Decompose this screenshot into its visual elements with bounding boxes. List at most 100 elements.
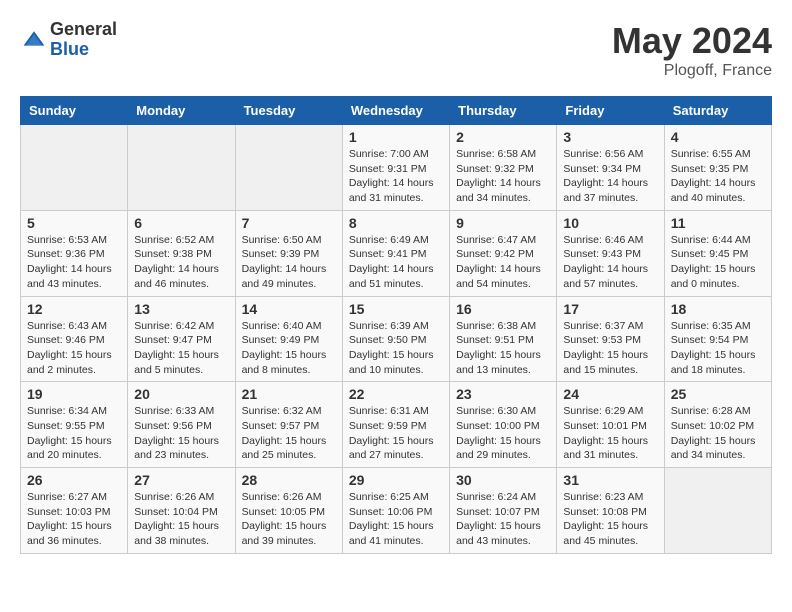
day-info: Sunrise: 6:35 AMSunset: 9:54 PMDaylight:… [671, 319, 765, 378]
day-number: 3 [563, 129, 657, 145]
day-number: 8 [349, 215, 443, 231]
calendar-cell: 22 Sunrise: 6:31 AMSunset: 9:59 PMDayligh… [342, 382, 449, 468]
day-number: 28 [242, 472, 336, 488]
day-info: Sunrise: 6:42 AMSunset: 9:47 PMDaylight:… [134, 319, 228, 378]
day-of-week-header: Tuesday [235, 97, 342, 125]
day-info: Sunrise: 7:00 AMSunset: 9:31 PMDaylight:… [349, 147, 443, 206]
day-info: Sunrise: 6:39 AMSunset: 9:50 PMDaylight:… [349, 319, 443, 378]
logo-general: General [50, 20, 117, 40]
logo-icon [22, 28, 46, 52]
page-header: General Blue May 2024 Plogoff, France [20, 20, 772, 80]
logo-text: General Blue [50, 20, 117, 60]
day-info: Sunrise: 6:56 AMSunset: 9:34 PMDaylight:… [563, 147, 657, 206]
month-year: May 2024 [612, 20, 772, 62]
logo: General Blue [20, 20, 117, 60]
calendar-cell: 28 Sunrise: 6:26 AMSunset: 10:05 PMDaylig… [235, 468, 342, 554]
week-row: 26Sunrise: 6:27 AMSunset: 10:03 PMDaylig… [21, 468, 772, 554]
day-number: 15 [349, 301, 443, 317]
day-number: 18 [671, 301, 765, 317]
calendar-cell: 5 Sunrise: 6:53 AMSunset: 9:36 PMDaylight… [21, 210, 128, 296]
day-number: 30 [456, 472, 550, 488]
calendar-cell: 1 Sunrise: 7:00 AMSunset: 9:31 PMDaylight… [342, 125, 449, 211]
calendar-cell: 17Sunrise: 6:37 AMSunset: 9:53 PMDayligh… [557, 296, 664, 382]
calendar-cell: 8Sunrise: 6:49 AMSunset: 9:41 PMDaylight… [342, 210, 449, 296]
day-of-week-header: Monday [128, 97, 235, 125]
day-number: 14 [242, 301, 336, 317]
day-number: 2 [456, 129, 550, 145]
day-of-week-header: Friday [557, 97, 664, 125]
day-info: Sunrise: 6:53 AMSunset: 9:36 PMDaylight:… [27, 233, 121, 292]
calendar-cell: 9 Sunrise: 6:47 AMSunset: 9:42 PMDaylight… [450, 210, 557, 296]
day-info: Sunrise: 6:31 AMSunset: 9:59 PMDaylight:… [349, 404, 443, 463]
day-info: Sunrise: 6:27 AMSunset: 10:03 PMDaylight… [27, 490, 121, 549]
day-number: 4 [671, 129, 765, 145]
day-info: Sunrise: 6:44 AMSunset: 9:45 PMDaylight:… [671, 233, 765, 292]
calendar-cell: 14 Sunrise: 6:40 AMSunset: 9:49 PMDayligh… [235, 296, 342, 382]
day-number: 9 [456, 215, 550, 231]
day-info: Sunrise: 6:33 AMSunset: 9:56 PMDaylight:… [134, 404, 228, 463]
calendar-cell: 16Sunrise: 6:38 AMSunset: 9:51 PMDayligh… [450, 296, 557, 382]
day-of-week-header: Thursday [450, 97, 557, 125]
week-row: 5 Sunrise: 6:53 AMSunset: 9:36 PMDaylight… [21, 210, 772, 296]
day-info: Sunrise: 6:43 AMSunset: 9:46 PMDaylight:… [27, 319, 121, 378]
calendar-table: SundayMondayTuesdayWednesdayThursdayFrid… [20, 96, 772, 554]
day-number: 29 [349, 472, 443, 488]
calendar-cell [664, 468, 771, 554]
day-info: Sunrise: 6:26 AMSunset: 10:04 PMDaylight… [134, 490, 228, 549]
calendar-cell: 12Sunrise: 6:43 AMSunset: 9:46 PMDayligh… [21, 296, 128, 382]
calendar-cell [21, 125, 128, 211]
day-info: Sunrise: 6:38 AMSunset: 9:51 PMDaylight:… [456, 319, 550, 378]
calendar-cell: 20 Sunrise: 6:33 AMSunset: 9:56 PMDayligh… [128, 382, 235, 468]
day-number: 10 [563, 215, 657, 231]
day-number: 11 [671, 215, 765, 231]
week-row: 1 Sunrise: 7:00 AMSunset: 9:31 PMDaylight… [21, 125, 772, 211]
day-info: Sunrise: 6:58 AMSunset: 9:32 PMDaylight:… [456, 147, 550, 206]
day-number: 20 [134, 386, 228, 402]
day-number: 23 [456, 386, 550, 402]
day-info: Sunrise: 6:46 AMSunset: 9:43 PMDaylight:… [563, 233, 657, 292]
calendar-cell: 7 Sunrise: 6:50 AMSunset: 9:39 PMDaylight… [235, 210, 342, 296]
day-info: Sunrise: 6:26 AMSunset: 10:05 PMDaylight… [242, 490, 336, 549]
day-info: Sunrise: 6:28 AMSunset: 10:02 PMDaylight… [671, 404, 765, 463]
day-number: 31 [563, 472, 657, 488]
calendar-cell: 3 Sunrise: 6:56 AMSunset: 9:34 PMDaylight… [557, 125, 664, 211]
calendar-cell: 18 Sunrise: 6:35 AMSunset: 9:54 PMDayligh… [664, 296, 771, 382]
day-info: Sunrise: 6:25 AMSunset: 10:06 PMDaylight… [349, 490, 443, 549]
calendar-cell: 29 Sunrise: 6:25 AMSunset: 10:06 PMDaylig… [342, 468, 449, 554]
day-number: 7 [242, 215, 336, 231]
calendar-cell: 24Sunrise: 6:29 AMSunset: 10:01 PMDaylig… [557, 382, 664, 468]
calendar-cell: 10 Sunrise: 6:46 AMSunset: 9:43 PMDayligh… [557, 210, 664, 296]
day-number: 24 [563, 386, 657, 402]
day-number: 25 [671, 386, 765, 402]
day-of-week-header: Saturday [664, 97, 771, 125]
day-number: 22 [349, 386, 443, 402]
calendar-cell: 30 Sunrise: 6:24 AMSunset: 10:07 PMDaylig… [450, 468, 557, 554]
day-info: Sunrise: 6:30 AMSunset: 10:00 PMDaylight… [456, 404, 550, 463]
day-info: Sunrise: 6:32 AMSunset: 9:57 PMDaylight:… [242, 404, 336, 463]
day-info: Sunrise: 6:50 AMSunset: 9:39 PMDaylight:… [242, 233, 336, 292]
day-of-week-header: Wednesday [342, 97, 449, 125]
day-info: Sunrise: 6:47 AMSunset: 9:42 PMDaylight:… [456, 233, 550, 292]
location: Plogoff, France [612, 62, 772, 80]
calendar-cell [235, 125, 342, 211]
day-info: Sunrise: 6:24 AMSunset: 10:07 PMDaylight… [456, 490, 550, 549]
calendar-cell: 13Sunrise: 6:42 AMSunset: 9:47 PMDayligh… [128, 296, 235, 382]
day-info: Sunrise: 6:40 AMSunset: 9:49 PMDaylight:… [242, 319, 336, 378]
calendar-cell: 25 Sunrise: 6:28 AMSunset: 10:02 PMDaylig… [664, 382, 771, 468]
day-number: 17 [563, 301, 657, 317]
calendar-cell: 15 Sunrise: 6:39 AMSunset: 9:50 PMDayligh… [342, 296, 449, 382]
week-row: 12Sunrise: 6:43 AMSunset: 9:46 PMDayligh… [21, 296, 772, 382]
calendar-cell: 4 Sunrise: 6:55 AMSunset: 9:35 PMDaylight… [664, 125, 771, 211]
day-number: 27 [134, 472, 228, 488]
day-number: 21 [242, 386, 336, 402]
day-number: 5 [27, 215, 121, 231]
day-number: 1 [349, 129, 443, 145]
calendar-cell: 2 Sunrise: 6:58 AMSunset: 9:32 PMDaylight… [450, 125, 557, 211]
calendar-header-row: SundayMondayTuesdayWednesdayThursdayFrid… [21, 97, 772, 125]
day-info: Sunrise: 6:23 AMSunset: 10:08 PMDaylight… [563, 490, 657, 549]
day-info: Sunrise: 6:34 AMSunset: 9:55 PMDaylight:… [27, 404, 121, 463]
calendar-cell: 6Sunrise: 6:52 AMSunset: 9:38 PMDaylight… [128, 210, 235, 296]
calendar-cell: 19Sunrise: 6:34 AMSunset: 9:55 PMDayligh… [21, 382, 128, 468]
calendar-cell: 21 Sunrise: 6:32 AMSunset: 9:57 PMDayligh… [235, 382, 342, 468]
day-info: Sunrise: 6:55 AMSunset: 9:35 PMDaylight:… [671, 147, 765, 206]
